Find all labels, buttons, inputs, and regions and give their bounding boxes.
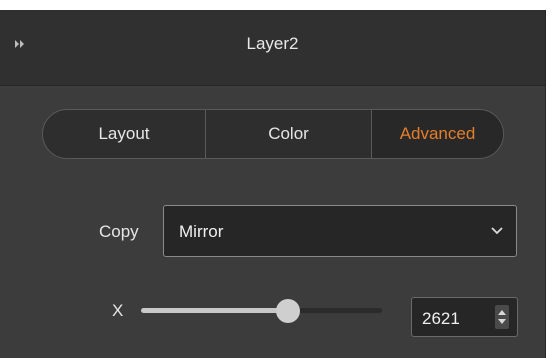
tab-color-label: Color (268, 124, 309, 143)
panel-title: Layer2 (246, 34, 299, 53)
x-label: X (112, 301, 124, 320)
copy-label: Copy (99, 222, 139, 241)
tab-advanced-label: Advanced (399, 124, 476, 143)
slider-thumb[interactable] (276, 299, 300, 323)
tab-bar: Layout Color Advanced (42, 109, 504, 159)
panel-header: Layer2 (0, 10, 545, 86)
tab-layout[interactable]: Layout (43, 110, 206, 158)
tab-advanced[interactable]: Advanced (372, 110, 503, 158)
x-value[interactable]: 2621 (422, 309, 460, 329)
tab-color[interactable]: Color (206, 110, 372, 158)
layer-panel: Layer2 Layout Color Advanced Copy Mirror… (0, 10, 546, 358)
spinner-arrows-icon[interactable] (495, 305, 509, 329)
spin-up-icon[interactable] (498, 309, 506, 315)
chevron-down-icon (491, 227, 503, 235)
tab-layout-label: Layout (98, 124, 150, 143)
copy-select-value: Mirror (179, 222, 224, 241)
copy-select[interactable]: Mirror (163, 205, 517, 257)
x-slider[interactable] (141, 293, 382, 329)
slider-fill (141, 308, 288, 313)
x-stepper[interactable]: 2621 (411, 297, 518, 337)
spin-down-icon[interactable] (498, 319, 506, 325)
